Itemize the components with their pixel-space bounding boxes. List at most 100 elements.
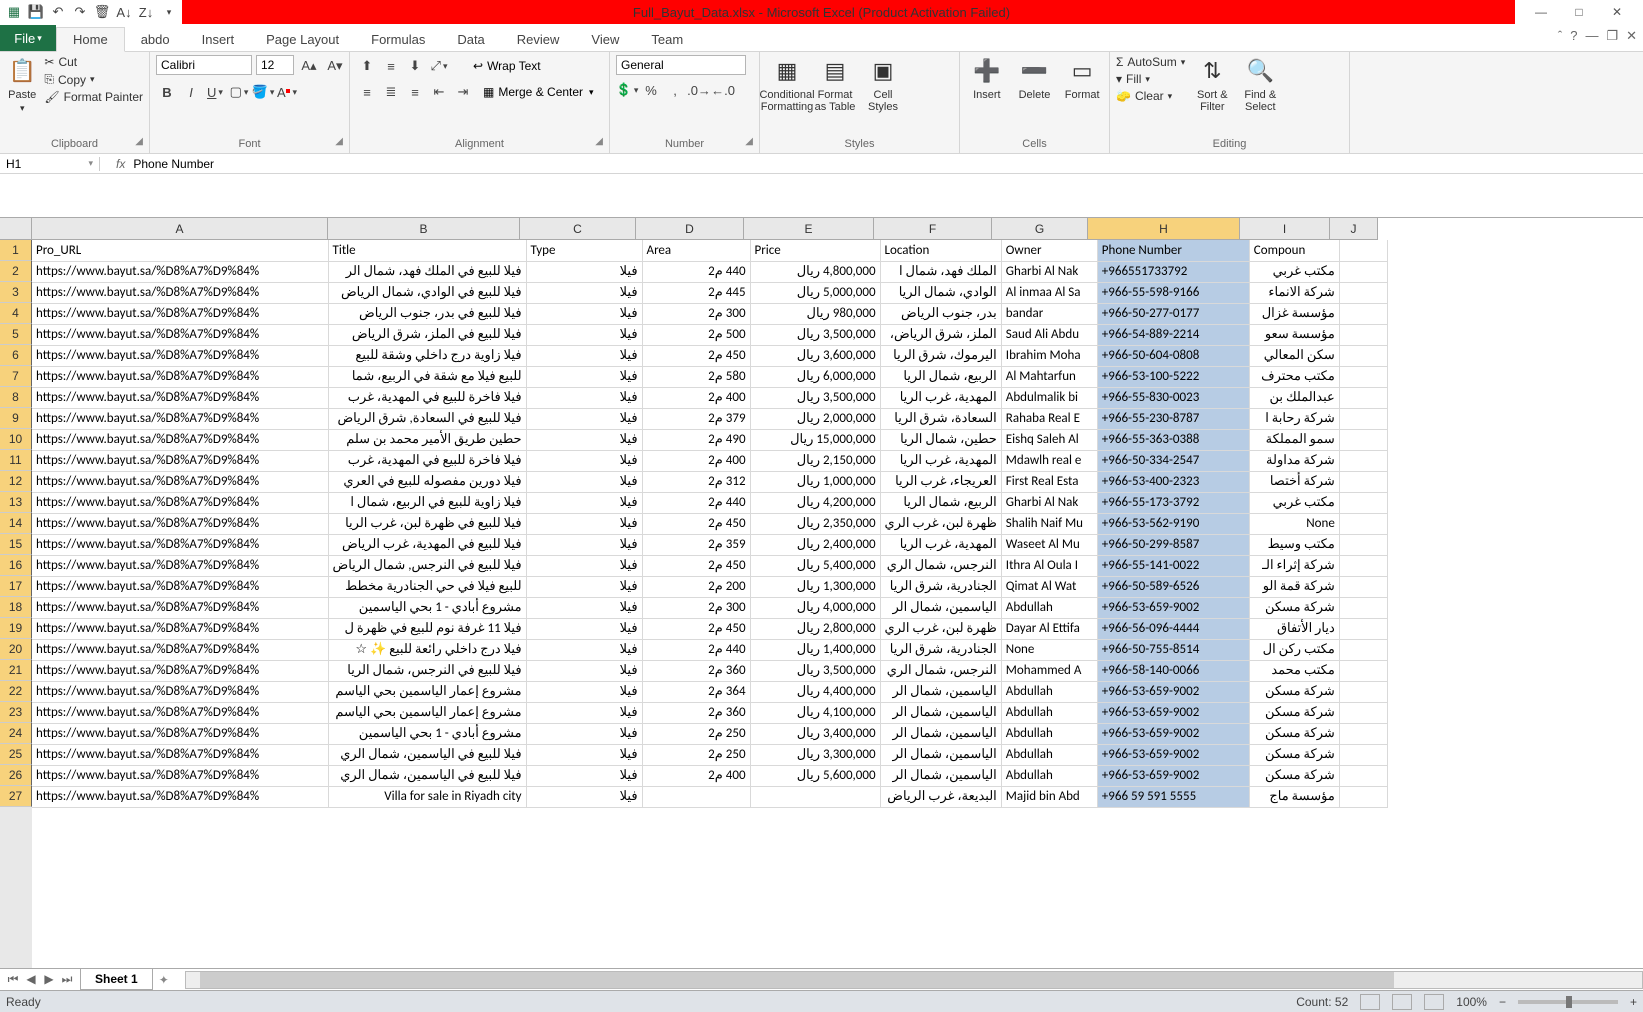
decrease-font-icon[interactable]: A▾: [324, 55, 346, 77]
cell[interactable]: [1339, 597, 1387, 618]
excel-icon[interactable]: ▦: [6, 4, 22, 20]
cell[interactable]: https://www.bayut.sa/%D8%A7%D9%84%: [32, 261, 328, 282]
row-header-18[interactable]: 18: [0, 597, 32, 618]
align-top-icon[interactable]: ⬆: [356, 55, 378, 77]
cell[interactable]: فيلا: [526, 702, 642, 723]
cell[interactable]: 250 م2: [642, 744, 750, 765]
align-middle-icon[interactable]: ≡: [380, 55, 402, 77]
cell[interactable]: فيلا للبيع في النرجس, شمال الرياض: [328, 555, 526, 576]
sheet-tab-1[interactable]: Sheet 1: [80, 969, 153, 990]
cell[interactable]: Abdullah: [1001, 744, 1097, 765]
cell[interactable]: فيلا للبيع في الوادي، شمال الرياض: [328, 282, 526, 303]
delete-cells-button[interactable]: ➖Delete: [1014, 55, 1056, 101]
cell[interactable]: https://www.bayut.sa/%D8%A7%D9%84%: [32, 618, 328, 639]
align-left-icon[interactable]: ≡: [356, 81, 378, 103]
cell[interactable]: 980,000 ريال: [750, 303, 880, 324]
cell[interactable]: Price: [750, 240, 880, 261]
cell[interactable]: مؤسسة غزال: [1249, 303, 1339, 324]
align-center-icon[interactable]: ≣: [380, 81, 402, 103]
cell[interactable]: Al Mahtarfun: [1001, 366, 1097, 387]
cell[interactable]: فيلا فاخرة للبيع في المهدية، غرب: [328, 387, 526, 408]
cell[interactable]: فيلا للبيع في الياسمين، شمال الري: [328, 744, 526, 765]
minimize-button[interactable]: —: [1523, 2, 1559, 22]
cell[interactable]: للبيع فيلا مع شقة في الربيع، شما: [328, 366, 526, 387]
font-dialog-launcher[interactable]: ◢: [335, 136, 343, 147]
col-header-J[interactable]: J: [1330, 218, 1378, 240]
cell[interactable]: 3,400,000 ريال: [750, 723, 880, 744]
cell[interactable]: https://www.bayut.sa/%D8%A7%D9%84%: [32, 723, 328, 744]
sheet-nav-first-icon[interactable]: ⏮: [4, 972, 22, 987]
save-icon[interactable]: 💾: [28, 4, 44, 20]
zoom-in-button[interactable]: +: [1630, 995, 1637, 1009]
col-header-F[interactable]: F: [874, 218, 992, 240]
cell[interactable]: فيلا: [526, 261, 642, 282]
format-as-table-button[interactable]: ▤Format as Table: [814, 55, 856, 113]
cell[interactable]: [1339, 555, 1387, 576]
cell[interactable]: Area: [642, 240, 750, 261]
cell[interactable]: 580 م2: [642, 366, 750, 387]
cell[interactable]: Eishq Saleh Al: [1001, 429, 1097, 450]
zoom-out-button[interactable]: −: [1499, 995, 1506, 1009]
cell[interactable]: فيلا: [526, 492, 642, 513]
cell[interactable]: الربيع، شمال الريا: [880, 366, 1001, 387]
cell[interactable]: فيلا: [526, 324, 642, 345]
cell[interactable]: الياسمين، شمال الر: [880, 681, 1001, 702]
cell[interactable]: فيلا: [526, 387, 642, 408]
cell[interactable]: مشروع أبادي - 1 بحي الياسمين: [328, 723, 526, 744]
cell[interactable]: Gharbi Al Nak: [1001, 492, 1097, 513]
cell[interactable]: 450 م2: [642, 618, 750, 639]
cell[interactable]: 450 م2: [642, 555, 750, 576]
cell[interactable]: Mdawlh real e: [1001, 450, 1097, 471]
cell[interactable]: 364 م2: [642, 681, 750, 702]
cell[interactable]: +966-50-299-8587: [1097, 534, 1249, 555]
cell[interactable]: +966-53-659-9002: [1097, 681, 1249, 702]
cell[interactable]: ظهرة لبن، غرب الري: [880, 618, 1001, 639]
cell[interactable]: للبيع فيلا في حي الجنادرية مخطط: [328, 576, 526, 597]
view-normal-icon[interactable]: [1360, 994, 1380, 1010]
cell[interactable]: شركة مسكن: [1249, 744, 1339, 765]
cell[interactable]: 2,150,000 ريال: [750, 450, 880, 471]
insert-cells-button[interactable]: ➕Insert: [966, 55, 1008, 101]
cell[interactable]: 3,500,000 ريال: [750, 660, 880, 681]
cell[interactable]: فيلا للبيع في ظهرة لبن، غرب الريا: [328, 513, 526, 534]
cell[interactable]: https://www.bayut.sa/%D8%A7%D9%84%: [32, 681, 328, 702]
cell[interactable]: https://www.bayut.sa/%D8%A7%D9%84%: [32, 387, 328, 408]
cell[interactable]: فيلا زاوية للبيع في الربيع، شمال ا: [328, 492, 526, 513]
cell[interactable]: https://www.bayut.sa/%D8%A7%D9%84%: [32, 744, 328, 765]
number-dialog-launcher[interactable]: ◢: [745, 136, 753, 147]
close-button[interactable]: ✕: [1599, 2, 1635, 22]
cell[interactable]: مشروع إعمار الياسمين بحي الياسم: [328, 702, 526, 723]
cell[interactable]: المهدية، غرب الريا: [880, 534, 1001, 555]
cell[interactable]: +966-55-598-9166: [1097, 282, 1249, 303]
cell[interactable]: شركة مسكن: [1249, 723, 1339, 744]
cell[interactable]: Majid bin Abd: [1001, 786, 1097, 807]
zoom-slider[interactable]: [1518, 1000, 1618, 1004]
sort-asc-icon[interactable]: A↓: [116, 4, 132, 20]
cell[interactable]: +966-53-562-9190: [1097, 513, 1249, 534]
cell[interactable]: None: [1001, 639, 1097, 660]
cell[interactable]: فيلا: [526, 765, 642, 786]
cell[interactable]: الياسمين، شمال الر: [880, 744, 1001, 765]
cell[interactable]: https://www.bayut.sa/%D8%A7%D9%84%: [32, 534, 328, 555]
cell[interactable]: ديار الأتفاق: [1249, 618, 1339, 639]
cell[interactable]: فيلا: [526, 681, 642, 702]
italic-button[interactable]: I: [180, 81, 202, 103]
cell[interactable]: 300 م2: [642, 303, 750, 324]
cell[interactable]: Saud Ali Abdu: [1001, 324, 1097, 345]
cell[interactable]: 2,400,000 ريال: [750, 534, 880, 555]
cell[interactable]: الياسمين، شمال الر: [880, 765, 1001, 786]
cell[interactable]: [1339, 261, 1387, 282]
cell[interactable]: عبدالملك بن: [1249, 387, 1339, 408]
cell[interactable]: 250 م2: [642, 723, 750, 744]
cell[interactable]: فيلا: [526, 555, 642, 576]
cell[interactable]: Abdullah: [1001, 702, 1097, 723]
tab-review[interactable]: Review: [501, 28, 576, 51]
cell[interactable]: فيلا: [526, 723, 642, 744]
cell[interactable]: +966-53-659-9002: [1097, 744, 1249, 765]
row-header-3[interactable]: 3: [0, 282, 32, 303]
cell[interactable]: https://www.bayut.sa/%D8%A7%D9%84%: [32, 450, 328, 471]
cell[interactable]: 6,000,000 ريال: [750, 366, 880, 387]
cell[interactable]: سكن المعالي: [1249, 345, 1339, 366]
format-painter-button[interactable]: 🖌Format Painter: [44, 90, 143, 104]
cell[interactable]: https://www.bayut.sa/%D8%A7%D9%84%: [32, 639, 328, 660]
